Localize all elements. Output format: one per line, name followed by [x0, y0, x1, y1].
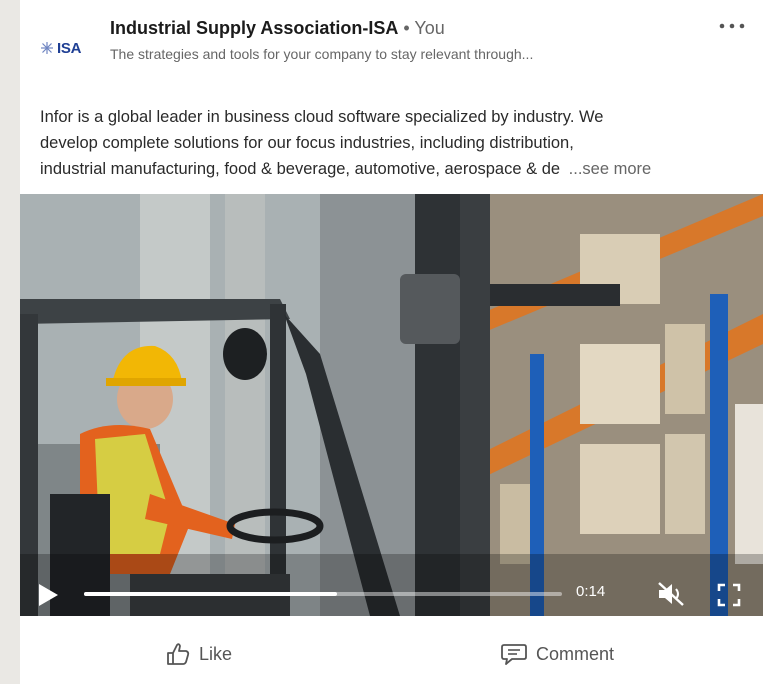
- org-name-link[interactable]: Industrial Supply Association-ISA: [110, 18, 398, 38]
- video-player[interactable]: 0:14: [20, 194, 763, 616]
- post-text-truncated: industrial manufacturing, food & beverag…: [40, 160, 561, 178]
- mute-icon[interactable]: [656, 580, 686, 608]
- author-separator: •: [398, 18, 415, 38]
- more-horizontal-icon: [719, 23, 745, 29]
- comment-icon: [501, 644, 527, 665]
- play-icon[interactable]: [34, 582, 60, 608]
- comment-label: Comment: [536, 643, 615, 664]
- post-header: ISA Industrial Supply Association-ISA • …: [20, 0, 763, 80]
- see-more-link[interactable]: ...see more: [569, 160, 652, 178]
- like-label: Like: [199, 643, 233, 664]
- video-frame-image: [20, 194, 763, 616]
- logo-mark-icon: [41, 42, 53, 54]
- fullscreen-icon[interactable]: [716, 582, 742, 608]
- org-title-line: Industrial Supply Association-ISA • You: [110, 18, 445, 39]
- video-controls: 0:14: [20, 572, 763, 616]
- comment-button[interactable]: Comment: [500, 638, 614, 670]
- post-text-line-last: industrial manufacturing, food & beverag…: [40, 156, 750, 182]
- post-body-text: Infor is a global leader in business clo…: [40, 104, 750, 182]
- video-progress-fill: [84, 592, 338, 596]
- post-actions-bar: Like Comment: [20, 620, 763, 684]
- video-time: 0:14: [576, 583, 606, 600]
- post-text-line: Infor is a global leader in business clo…: [40, 108, 604, 126]
- org-tagline: The strategies and tools for your compan…: [110, 46, 534, 62]
- author-you-label: You: [414, 18, 445, 38]
- logo-text: ISA: [57, 39, 82, 57]
- video-progress-bar[interactable]: [84, 592, 562, 596]
- post-text-line: develop complete solutions for our focus…: [40, 134, 574, 152]
- thumbs-up-icon: [167, 643, 190, 665]
- post-card: ISA Industrial Supply Association-ISA • …: [20, 0, 763, 684]
- more-options-button[interactable]: [717, 14, 747, 38]
- like-button[interactable]: Like: [165, 638, 232, 670]
- org-logo[interactable]: ISA: [40, 36, 92, 60]
